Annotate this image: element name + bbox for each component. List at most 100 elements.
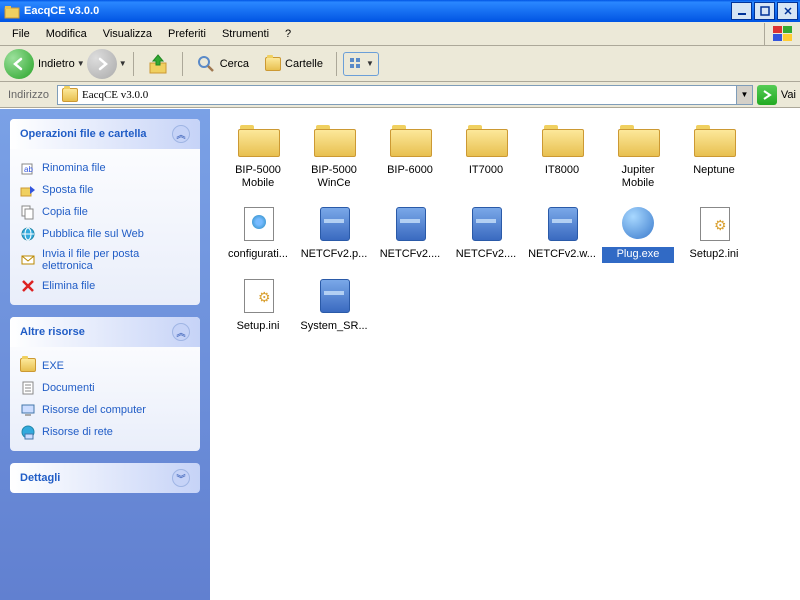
file-item[interactable]: IT8000 [526, 119, 598, 191]
html-icon [234, 203, 282, 243]
panel-header[interactable]: Operazioni file e cartella ︽ [10, 119, 200, 149]
file-item[interactable]: NETCFv2.w... [526, 203, 598, 262]
file-label: BIP-5000 Mobile [222, 163, 294, 191]
cab-icon [310, 203, 358, 243]
copy-icon [20, 204, 36, 220]
search-label: Cerca [220, 58, 249, 70]
delete-icon [20, 278, 36, 294]
file-item[interactable]: NETCFv2.... [450, 203, 522, 262]
panel-header[interactable]: Dettagli ︾ [10, 463, 200, 493]
task-link[interactable]: Copia file [20, 201, 190, 223]
task-link[interactable]: Pubblica file sul Web [20, 223, 190, 245]
titlebar: EacqCE v3.0.0 [0, 0, 800, 22]
close-button[interactable] [777, 2, 798, 20]
task-link[interactable]: EXE [20, 355, 190, 377]
file-item[interactable]: Jupiter Mobile [602, 119, 674, 191]
file-item[interactable]: BIP-5000 Mobile [222, 119, 294, 191]
maximize-button[interactable] [754, 2, 775, 20]
email-icon [20, 252, 36, 268]
address-input[interactable] [82, 89, 732, 101]
file-label: NETCFv2.... [450, 247, 522, 262]
file-label: BIP-6000 [374, 163, 446, 178]
folder-icon [538, 119, 586, 159]
file-item[interactable]: Plug.exe [602, 203, 674, 262]
folder-icon [4, 3, 20, 19]
task-link[interactable]: Invia il file per posta elettronica [20, 245, 190, 275]
cab-icon [462, 203, 510, 243]
up-button[interactable] [140, 48, 176, 80]
task-link[interactable]: Elimina file [20, 275, 190, 297]
search-button[interactable]: Cerca [189, 49, 256, 79]
forward-dropdown-icon[interactable]: ▼ [119, 59, 127, 68]
task-label: Copia file [42, 206, 88, 218]
exe-icon [614, 203, 662, 243]
task-label: Elimina file [42, 280, 95, 292]
svg-text:ab: ab [24, 165, 33, 174]
file-item[interactable]: Setup2.ini [678, 203, 750, 262]
file-item[interactable]: Setup.ini [222, 275, 294, 334]
window-title: EacqCE v3.0.0 [24, 5, 731, 17]
file-item[interactable]: NETCFv2.p... [298, 203, 370, 262]
cab-icon [538, 203, 586, 243]
task-link[interactable]: Sposta file [20, 179, 190, 201]
chevron-up-icon: ︽ [172, 323, 190, 341]
file-item[interactable]: Neptune [678, 119, 750, 191]
panel-body: EXE Documenti Risorse del computer Risorse … [10, 347, 200, 451]
menu-visualizza[interactable]: Visualizza [95, 25, 160, 43]
task-link[interactable]: Documenti [20, 377, 190, 399]
file-item[interactable]: configurati... [222, 203, 294, 262]
address-input-wrapper[interactable]: ▼ [57, 85, 753, 105]
network-icon [20, 424, 36, 440]
publish-icon [20, 226, 36, 242]
folder-icon [690, 119, 738, 159]
minimize-button[interactable] [731, 2, 752, 20]
task-link[interactable]: ab Rinomina file [20, 157, 190, 179]
folders-icon [265, 57, 281, 71]
file-label: Neptune [678, 163, 750, 178]
task-label: Rinomina file [42, 162, 106, 174]
back-dropdown-icon[interactable]: ▼ [77, 59, 85, 68]
file-item[interactable]: IT7000 [450, 119, 522, 191]
panel-title: Dettagli [20, 472, 60, 484]
task-label: Invia il file per posta elettronica [42, 248, 190, 272]
panel-header[interactable]: Altre risorse ︽ [10, 317, 200, 347]
file-label: System_SR... [298, 319, 370, 334]
file-label: IT7000 [450, 163, 522, 178]
file-list: BIP-5000 MobileBIP-5000 WinCe BIP-6000 IT7… [210, 109, 800, 600]
file-label: IT8000 [526, 163, 598, 178]
view-button[interactable]: ▼ [343, 52, 379, 76]
main: Operazioni file e cartella ︽ ab Rinomina fi… [0, 108, 800, 600]
menu-help[interactable]: ? [277, 25, 299, 43]
folder-icon [234, 119, 282, 159]
chevron-down-icon: ︾ [172, 469, 190, 487]
addressbar: Indirizzo ▼ Vai [0, 82, 800, 108]
address-dropdown-icon[interactable]: ▼ [736, 86, 752, 104]
folder-icon [310, 119, 358, 159]
file-label: Plug.exe [602, 247, 674, 262]
toolbar: Indietro ▼ ▼ Cerca Cartelle ▼ [0, 46, 800, 82]
forward-button[interactable] [87, 49, 117, 79]
file-item[interactable]: BIP-6000 [374, 119, 446, 191]
file-item[interactable]: BIP-5000 WinCe [298, 119, 370, 191]
task-label: Documenti [42, 382, 95, 394]
file-label: NETCFv2.w... [526, 247, 598, 262]
panel-title: Altre risorse [20, 326, 85, 338]
back-label[interactable]: Indietro [38, 58, 75, 70]
panel-title: Operazioni file e cartella [20, 128, 147, 140]
task-label: Risorse del computer [42, 404, 146, 416]
back-button[interactable] [4, 49, 34, 79]
docs-icon [20, 380, 36, 396]
chevron-up-icon: ︽ [172, 125, 190, 143]
folders-button[interactable]: Cartelle [258, 52, 330, 76]
move-icon [20, 182, 36, 198]
menu-strumenti[interactable]: Strumenti [214, 25, 277, 43]
task-link[interactable]: Risorse del computer [20, 399, 190, 421]
file-label: Setup2.ini [678, 247, 750, 262]
menu-modifica[interactable]: Modifica [38, 25, 95, 43]
task-link[interactable]: Risorse di rete [20, 421, 190, 443]
menu-file[interactable]: File [4, 25, 38, 43]
file-item[interactable]: System_SR... [298, 275, 370, 334]
file-item[interactable]: NETCFv2.... [374, 203, 446, 262]
menu-preferiti[interactable]: Preferiti [160, 25, 214, 43]
go-button[interactable]: Vai [757, 85, 796, 105]
